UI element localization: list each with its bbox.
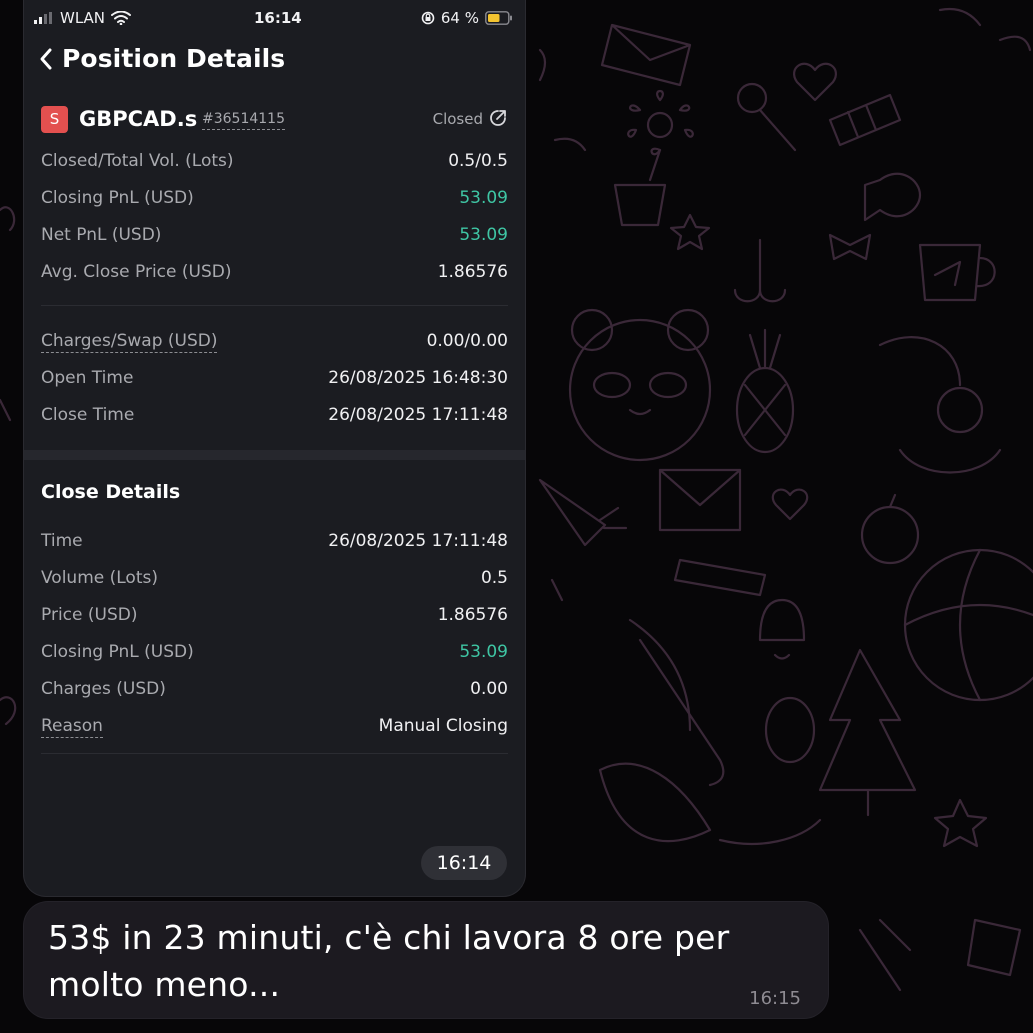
battery-percent: 64 %: [440, 9, 479, 27]
status-time: 16:14: [254, 9, 302, 27]
close-details-title: Close Details: [41, 481, 181, 503]
header: Position Details: [38, 44, 285, 73]
chat-message-bubble[interactable]: 53$ in 23 minuti, c'è chi lavora 8 ore p…: [24, 902, 828, 1018]
row-label: Time: [41, 531, 83, 551]
row-value: 26/08/2025 17:11:48: [328, 405, 508, 425]
row-value: Manual Closing: [378, 716, 508, 736]
close-detail-row: Closing PnL (USD) 53.09: [41, 633, 508, 670]
message-timestamp: 16:15: [749, 988, 801, 1009]
position-id[interactable]: #36514115: [202, 109, 285, 130]
wifi-icon: [111, 11, 132, 25]
close-detail-row: Reason Manual Closing: [41, 707, 508, 744]
sell-badge: S: [41, 106, 68, 133]
detail-row: Charges/Swap (USD) 0.00/0.00: [41, 322, 508, 359]
rotation-lock-icon: [421, 11, 435, 25]
row-label: Volume (Lots): [41, 568, 158, 588]
row-value: 0.5: [480, 568, 508, 588]
row-label: Charges (USD): [41, 679, 166, 699]
row-value: 0.5/0.5: [448, 151, 508, 171]
chevron-left-icon[interactable]: [38, 47, 54, 71]
row-label: Open Time: [41, 368, 134, 388]
row-label: Closed/Total Vol. (Lots): [41, 151, 234, 171]
row-label: Price (USD): [41, 605, 138, 625]
row-value: 1.86576: [437, 262, 508, 282]
row-label[interactable]: Charges/Swap (USD): [41, 330, 218, 353]
summary-row: Closed/Total Vol. (Lots) 0.5/0.5: [41, 142, 508, 179]
row-label: Close Time: [41, 405, 135, 425]
summary-row: Net PnL (USD) 53.09: [41, 216, 508, 253]
section-divider: [24, 450, 525, 460]
detail-rows: Charges/Swap (USD) 0.00/0.00 Open Time 2…: [41, 322, 508, 433]
status-label: Closed: [432, 110, 483, 128]
divider: [41, 753, 508, 754]
summary-row: Avg. Close Price (USD) 1.86576: [41, 253, 508, 290]
close-detail-row: Charges (USD) 0.00: [41, 670, 508, 707]
close-details-rows: Time 26/08/2025 17:11:48 Volume (Lots) 0…: [41, 522, 508, 744]
signal-icon: [34, 12, 52, 24]
detail-row: Open Time 26/08/2025 16:48:30: [41, 359, 508, 396]
symbol-row: S GBPCAD.s #36514115 Closed: [41, 106, 508, 134]
trade-screenshot-bubble[interactable]: WLAN 16:14 64 % Position Details S GBPCA…: [24, 0, 525, 896]
row-value: 53.09: [459, 642, 508, 662]
status-bar: WLAN 16:14 64 %: [24, 0, 525, 36]
close-detail-row: Price (USD) 1.86576: [41, 596, 508, 633]
symbol-name: GBPCAD.s: [79, 107, 198, 131]
row-label: Closing PnL (USD): [41, 188, 194, 208]
row-label: Net PnL (USD): [41, 225, 162, 245]
message-text: 53$ in 23 minuti, c'è chi lavora 8 ore p…: [48, 918, 730, 1004]
close-detail-row: Volume (Lots) 0.5: [41, 559, 508, 596]
row-value: 53.09: [459, 225, 508, 245]
row-value: 0.00/0.00: [426, 331, 508, 351]
row-label: Closing PnL (USD): [41, 642, 194, 662]
row-value: 1.86576: [437, 605, 508, 625]
carrier-label: WLAN: [60, 9, 106, 27]
close-detail-row: Time 26/08/2025 17:11:48: [41, 522, 508, 559]
share-icon[interactable]: [488, 108, 508, 128]
page-title: Position Details: [62, 44, 286, 73]
row-value: 0.00: [470, 679, 508, 699]
row-label[interactable]: Reason: [41, 715, 103, 738]
row-value: 53.09: [459, 188, 508, 208]
row-value: 26/08/2025 16:48:30: [328, 368, 508, 388]
battery-icon: [485, 11, 512, 25]
row-label: Avg. Close Price (USD): [41, 262, 232, 282]
summary-row: Closing PnL (USD) 53.09: [41, 179, 508, 216]
summary-rows: Closed/Total Vol. (Lots) 0.5/0.5 Closing…: [41, 142, 508, 290]
screenshot-timestamp: 16:14: [421, 846, 507, 880]
row-value: 26/08/2025 17:11:48: [328, 531, 508, 551]
detail-row: Close Time 26/08/2025 17:11:48: [41, 396, 508, 433]
divider: [41, 305, 508, 306]
